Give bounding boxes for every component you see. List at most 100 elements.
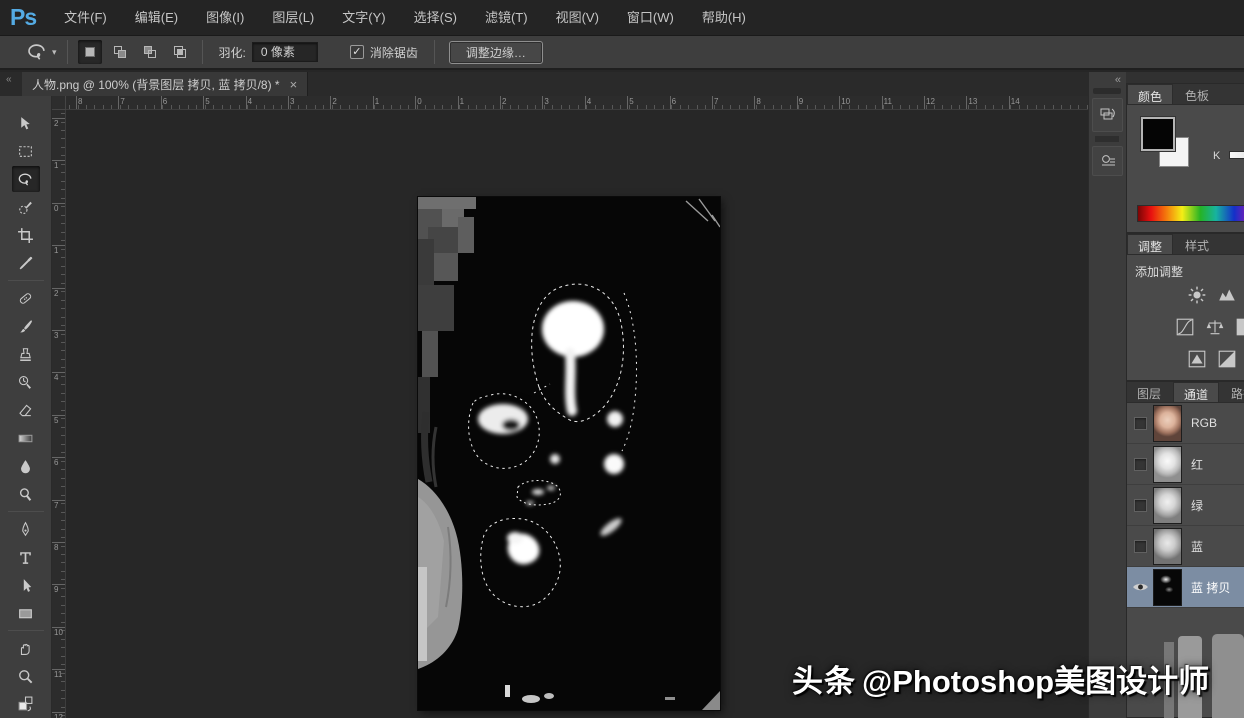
divider bbox=[433, 40, 435, 64]
collapsed-panel-button[interactable] bbox=[1092, 146, 1123, 176]
tool-eyedropper[interactable] bbox=[12, 250, 40, 276]
channel-row[interactable]: 绿 bbox=[1127, 485, 1244, 526]
antialias-label: 消除锯齿 bbox=[369, 45, 418, 60]
expand-panels-icon[interactable]: « bbox=[1115, 74, 1121, 86]
lasso-icon bbox=[28, 44, 45, 60]
vibrance-button[interactable] bbox=[1187, 349, 1207, 369]
add-to-selection-button[interactable] bbox=[108, 40, 132, 64]
collapsed-history-panel-button[interactable] bbox=[1092, 98, 1123, 132]
tool-crop[interactable] bbox=[12, 222, 40, 248]
menu-item-layer[interactable]: 图层(L) bbox=[258, 0, 328, 36]
levels-button[interactable] bbox=[1217, 285, 1237, 305]
tool-eraser[interactable] bbox=[12, 397, 40, 423]
swap-colors-control[interactable] bbox=[12, 691, 40, 717]
close-tab-icon[interactable]: × bbox=[290, 77, 298, 92]
panels-column: 颜色 色板 K 调整 样式 添加调整 图层 通道 路 RGB 红 绿 蓝 蓝 拷… bbox=[1126, 72, 1244, 718]
tool-blur[interactable] bbox=[12, 453, 40, 479]
new-selection-button[interactable] bbox=[77, 40, 102, 64]
photo-filter-icon bbox=[1218, 350, 1236, 368]
visibility-toggle[interactable] bbox=[1127, 539, 1153, 553]
curves-button[interactable] bbox=[1175, 317, 1195, 337]
visibility-well bbox=[1133, 498, 1147, 512]
visibility-toggle[interactable] bbox=[1127, 416, 1153, 430]
menu-item-file[interactable]: 文件(F) bbox=[50, 0, 121, 36]
vibrance-icon bbox=[1188, 350, 1206, 368]
tool-type[interactable] bbox=[12, 544, 40, 570]
divider bbox=[66, 40, 68, 64]
visibility-toggle[interactable] bbox=[1127, 581, 1153, 593]
clone-stamp-icon bbox=[20, 347, 31, 361]
intersect-selection-button[interactable] bbox=[168, 40, 192, 64]
menu-item-type[interactable]: 文字(Y) bbox=[328, 0, 399, 36]
photo-filter-button[interactable] bbox=[1217, 349, 1237, 369]
antialias-checkbox[interactable]: ✓ bbox=[349, 45, 364, 59]
channel-row[interactable]: RGB bbox=[1127, 403, 1244, 444]
tool-hand[interactable] bbox=[12, 635, 40, 661]
channel-row[interactable]: 蓝 bbox=[1127, 526, 1244, 567]
tool-history-brush[interactable] bbox=[12, 369, 40, 395]
color-tab-1[interactable]: 色板 bbox=[1175, 84, 1219, 104]
menu-item-image[interactable]: 图像(I) bbox=[192, 0, 258, 36]
tool-marquee[interactable] bbox=[12, 138, 40, 164]
menu-bar: Ps 文件(F) 编辑(E) 图像(I) 图层(L) 文字(Y) 选择(S) 滤镜(T) 视图… bbox=[0, 0, 1244, 36]
tool-brush[interactable] bbox=[12, 313, 40, 339]
channel-row[interactable]: 蓝 拷贝 bbox=[1127, 567, 1244, 608]
tool-move[interactable] bbox=[12, 110, 40, 136]
adjustments-tab-0[interactable]: 调整 bbox=[1127, 234, 1174, 254]
visibility-well bbox=[1133, 457, 1147, 471]
crop-icon bbox=[18, 227, 33, 243]
menu-item-view[interactable]: 视图(V) bbox=[542, 0, 613, 36]
marquee-icon bbox=[19, 145, 32, 157]
layers-tab-2[interactable]: 路径 bbox=[1221, 382, 1244, 402]
color-spectrum-ramp[interactable] bbox=[1137, 205, 1244, 222]
subtract-from-selection-button[interactable] bbox=[138, 40, 162, 64]
brightness-contrast-button[interactable] bbox=[1187, 285, 1207, 305]
gradient-icon bbox=[18, 434, 33, 442]
channel-image bbox=[418, 197, 721, 710]
hue-saturation-button[interactable] bbox=[1235, 317, 1244, 337]
channel-label: 蓝 拷贝 bbox=[1191, 580, 1231, 595]
menu-item-edit[interactable]: 编辑(E) bbox=[121, 0, 192, 36]
visibility-toggle[interactable] bbox=[1127, 457, 1153, 471]
photoshop-window: Ps 文件(F) 编辑(E) 图像(I) 图层(L) 文字(Y) 选择(S) 滤镜(T) 视图… bbox=[0, 0, 1244, 718]
tool-gradient[interactable] bbox=[12, 425, 40, 451]
tool-zoom[interactable] bbox=[12, 663, 40, 689]
menu-item-filter[interactable]: 滤镜(T) bbox=[471, 0, 542, 36]
document-canvas[interactable] bbox=[418, 197, 721, 710]
tool-path-select[interactable] bbox=[12, 572, 40, 598]
levels-icon bbox=[1219, 289, 1235, 301]
layers-tab-0[interactable]: 图层 bbox=[1127, 382, 1171, 402]
visibility-well bbox=[1133, 416, 1147, 430]
quick-select-icon bbox=[19, 201, 32, 214]
tool-preset-dropdown[interactable]: ▾ bbox=[26, 41, 57, 63]
tool-lasso[interactable] bbox=[11, 166, 40, 192]
exposure-button[interactable] bbox=[1205, 317, 1225, 337]
color-tab-0[interactable]: 颜色 bbox=[1127, 84, 1174, 104]
tool-healing-brush[interactable] bbox=[12, 285, 40, 311]
tool-clone-stamp[interactable] bbox=[12, 341, 40, 367]
type-icon bbox=[20, 551, 31, 564]
tool-pen[interactable] bbox=[12, 516, 40, 542]
brightness-contrast-icon bbox=[1188, 286, 1206, 304]
watermark: 头条 @Photoshop美图设计师 bbox=[792, 656, 1209, 701]
brush-icon bbox=[20, 319, 32, 332]
visibility-toggle[interactable] bbox=[1127, 498, 1153, 512]
menu-item-select[interactable]: 选择(S) bbox=[400, 0, 471, 36]
pen-icon bbox=[22, 521, 29, 536]
foreground-color-swatch[interactable] bbox=[1141, 117, 1175, 151]
channel-label: 蓝 bbox=[1191, 539, 1204, 554]
document-tab[interactable]: 人物.png @ 100% (背景图层 拷贝, 蓝 拷贝/8) * × bbox=[22, 72, 309, 96]
channel-row[interactable]: 红 bbox=[1127, 444, 1244, 485]
tool-quick-select[interactable] bbox=[12, 194, 40, 220]
feather-input[interactable]: 0 像素 bbox=[251, 42, 318, 62]
refine-edge-button[interactable]: 调整边缘… bbox=[448, 40, 543, 64]
menu-item-help[interactable]: 帮助(H) bbox=[688, 0, 760, 36]
k-slider[interactable] bbox=[1229, 151, 1244, 159]
menu-item-window[interactable]: 窗口(W) bbox=[613, 0, 688, 36]
layers-tab-1[interactable]: 通道 bbox=[1173, 382, 1220, 402]
adjustments-tab-1[interactable]: 样式 bbox=[1175, 234, 1219, 254]
tool-dodge[interactable] bbox=[12, 481, 40, 507]
collapse-tools-icon[interactable]: « bbox=[6, 74, 12, 85]
eraser-icon bbox=[19, 404, 32, 416]
tool-shape[interactable] bbox=[12, 600, 40, 626]
